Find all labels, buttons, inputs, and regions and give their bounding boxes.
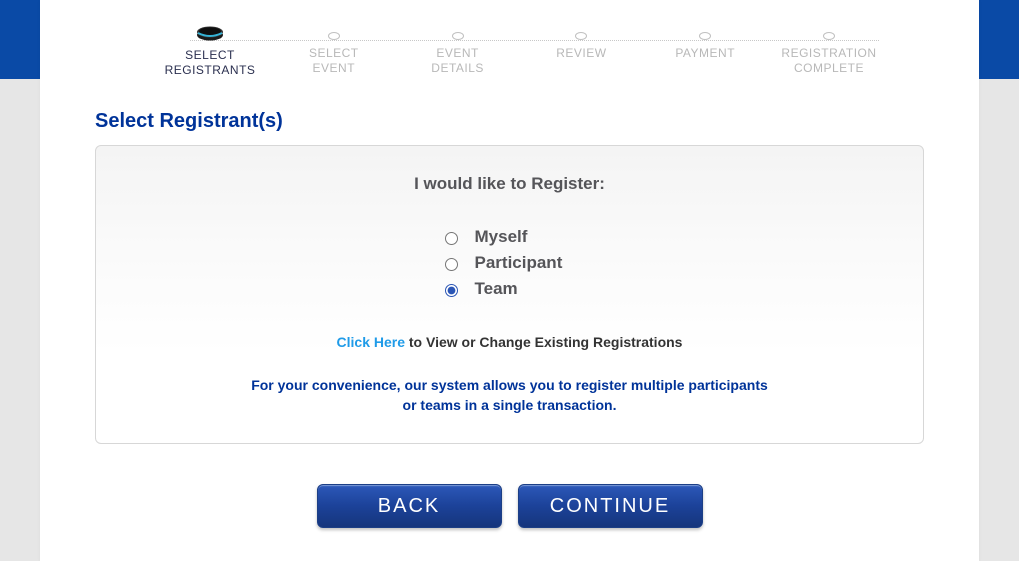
register-prompt: I would like to Register:: [116, 174, 903, 194]
step-select-registrants: SELECT REGISTRANTS: [150, 30, 270, 78]
step-dot-icon: [328, 32, 340, 40]
option-label: Team: [475, 279, 518, 299]
radio-participant[interactable]: [445, 258, 458, 271]
step-label-line1: SELECT: [309, 46, 359, 60]
step-label-line2: EVENT: [313, 61, 356, 75]
option-team[interactable]: Team: [440, 276, 640, 302]
step-label-line1: REVIEW: [556, 46, 606, 60]
hockey-puck-icon: [195, 24, 225, 42]
step-label-line1: REGISTRATION: [781, 46, 876, 60]
option-participant[interactable]: Participant: [440, 250, 640, 276]
existing-registrations-link[interactable]: Click Here: [337, 334, 405, 350]
page-sheet: SELECT REGISTRANTS SELECT EVENT EVENT DE…: [40, 0, 979, 561]
help-note-line2: or teams in a single transaction.: [403, 397, 617, 413]
step-label-line2: DETAILS: [431, 61, 484, 75]
registrant-options: Myself Participant Team: [380, 224, 640, 302]
radio-team[interactable]: [445, 284, 458, 297]
page-title: Select Registrant(s): [40, 90, 979, 145]
continue-button[interactable]: CONTINUE: [518, 484, 703, 528]
option-label: Myself: [475, 227, 528, 247]
step-label-line2: REGISTRANTS: [165, 63, 256, 77]
help-note-line1: For your convenience, our system allows …: [251, 377, 768, 393]
step-label-line2: COMPLETE: [794, 61, 864, 75]
step-dot-icon: [699, 32, 711, 40]
help-note: For your convenience, our system allows …: [190, 376, 830, 415]
step-payment: PAYMENT: [645, 30, 765, 78]
existing-registrations-tail: to View or Change Existing Registrations: [405, 334, 682, 350]
existing-registrations-row: Click Here to View or Change Existing Re…: [116, 334, 903, 350]
option-myself[interactable]: Myself: [440, 224, 640, 250]
step-registration-complete: REGISTRATION COMPLETE: [769, 30, 889, 78]
option-label: Participant: [475, 253, 563, 273]
step-dot-icon: [823, 32, 835, 40]
step-select-event: SELECT EVENT: [274, 30, 394, 78]
step-dot-icon: [575, 32, 587, 40]
radio-myself[interactable]: [445, 232, 458, 245]
registrant-panel: I would like to Register: Myself Partici…: [95, 145, 924, 444]
step-event-details: EVENT DETAILS: [398, 30, 518, 78]
progress-stepper: SELECT REGISTRANTS SELECT EVENT EVENT DE…: [40, 0, 979, 90]
back-button[interactable]: BACK: [317, 484, 502, 528]
step-label-line1: EVENT: [436, 46, 479, 60]
step-label-line1: SELECT: [185, 48, 235, 62]
step-dot-icon: [452, 32, 464, 40]
step-review: REVIEW: [521, 30, 641, 78]
step-label-line1: PAYMENT: [675, 46, 735, 60]
button-row: BACK CONTINUE: [40, 484, 979, 528]
